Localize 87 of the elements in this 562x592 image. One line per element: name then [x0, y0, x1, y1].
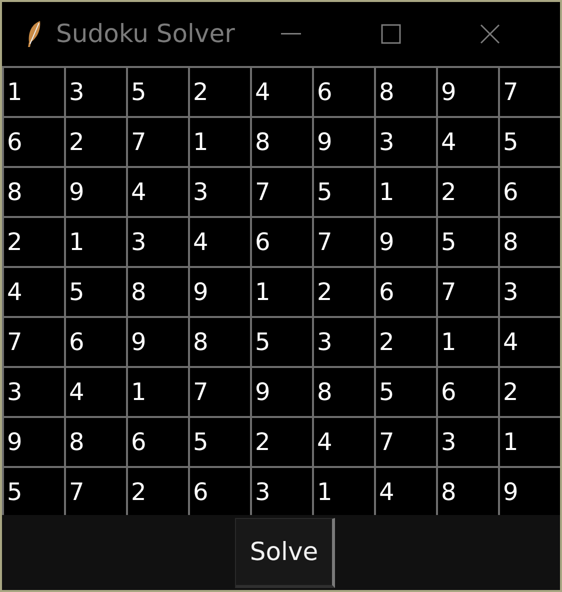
cell-input[interactable]: 2 — [64, 116, 126, 166]
cell-input[interactable]: 4 — [498, 316, 560, 366]
cell-input[interactable]: 9 — [126, 316, 188, 366]
cell-input[interactable]: 5 — [126, 66, 188, 116]
cell-input[interactable]: 8 — [374, 66, 436, 116]
cell-input[interactable]: 5 — [312, 166, 374, 216]
cell-input[interactable]: 3 — [436, 416, 498, 466]
cell-input[interactable]: 3 — [188, 166, 250, 216]
cell-input[interactable]: 6 — [250, 216, 312, 266]
cell-input[interactable]: 5 — [2, 466, 64, 516]
cell-input[interactable]: 7 — [126, 116, 188, 166]
cell-input[interactable]: 8 — [188, 316, 250, 366]
cell-input[interactable]: 4 — [126, 166, 188, 216]
cell-input[interactable]: 9 — [250, 366, 312, 416]
maximize-icon — [380, 24, 401, 44]
cell-input[interactable]: 2 — [126, 466, 188, 516]
cell-input[interactable]: 6 — [436, 366, 498, 416]
cell-input[interactable]: 9 — [64, 166, 126, 216]
cell-input[interactable]: 5 — [250, 316, 312, 366]
cell-input[interactable]: 8 — [436, 466, 498, 516]
cell-input[interactable]: 3 — [250, 466, 312, 516]
cell-input[interactable]: 2 — [250, 416, 312, 466]
cell-input[interactable]: 2 — [188, 66, 250, 116]
cell-input[interactable]: 3 — [2, 366, 64, 416]
cell-input[interactable]: 5 — [64, 266, 126, 316]
cell-input[interactable]: 5 — [436, 216, 498, 266]
cell-input[interactable]: 8 — [126, 266, 188, 316]
cell-input[interactable]: 6 — [64, 316, 126, 366]
cell-input[interactable]: 8 — [2, 166, 64, 216]
cell-input[interactable]: 6 — [498, 166, 560, 216]
cell-input[interactable]: 4 — [188, 216, 250, 266]
cell-input[interactable]: 4 — [2, 266, 64, 316]
cell-input[interactable]: 1 — [64, 216, 126, 266]
cell-input[interactable]: 9 — [374, 216, 436, 266]
cell-input[interactable]: 1 — [188, 116, 250, 166]
cell-input[interactable]: 9 — [436, 66, 498, 116]
cell-input[interactable]: 6 — [188, 466, 250, 516]
cell-input[interactable]: 2 — [312, 266, 374, 316]
feather-icon — [26, 20, 42, 48]
cell-input[interactable]: 8 — [64, 416, 126, 466]
cell-input[interactable]: 3 — [374, 116, 436, 166]
cell-input[interactable]: 4 — [312, 416, 374, 466]
cell-input[interactable]: 2 — [374, 316, 436, 366]
cell-input[interactable]: 5 — [188, 416, 250, 466]
cell-input[interactable]: 8 — [312, 366, 374, 416]
solve-button[interactable]: Solve — [235, 518, 335, 588]
cell-input[interactable]: 7 — [64, 466, 126, 516]
cell-input[interactable]: 7 — [436, 266, 498, 316]
cell-input[interactable]: 4 — [374, 466, 436, 516]
cell-input[interactable]: 1 — [126, 366, 188, 416]
cell-input[interactable]: 7 — [374, 416, 436, 466]
cell-input[interactable]: 9 — [498, 466, 560, 516]
cell-input[interactable]: 7 — [188, 366, 250, 416]
cell-input[interactable]: 4 — [436, 116, 498, 166]
cell-input[interactable]: 9 — [2, 416, 64, 466]
cell-input[interactable]: 4 — [250, 66, 312, 116]
cell-input[interactable]: 6 — [2, 116, 64, 166]
cell-input[interactable]: 1 — [436, 316, 498, 366]
cell-input[interactable]: 3 — [498, 266, 560, 316]
cell-input[interactable]: 1 — [498, 416, 560, 466]
cell-input[interactable]: 4 — [64, 366, 126, 416]
cell-input[interactable]: 2 — [2, 216, 64, 266]
cell-input[interactable]: 8 — [498, 216, 560, 266]
cell-input[interactable]: 1 — [374, 166, 436, 216]
cell-input[interactable]: 1 — [2, 66, 64, 116]
cell-input[interactable]: 6 — [374, 266, 436, 316]
close-icon — [480, 24, 500, 44]
cell-input[interactable]: 7 — [250, 166, 312, 216]
cell-input[interactable]: 7 — [2, 316, 64, 366]
cell-input[interactable]: 8 — [250, 116, 312, 166]
cell-input[interactable]: 6 — [126, 416, 188, 466]
cell-input[interactable]: 9 — [188, 266, 250, 316]
cell-input[interactable]: 3 — [64, 66, 126, 116]
cell-input[interactable]: 1 — [250, 266, 312, 316]
cell-input[interactable]: 9 — [312, 116, 374, 166]
cell-input[interactable]: 3 — [126, 216, 188, 266]
cell-input[interactable]: 1 — [312, 466, 374, 516]
cell-input[interactable]: 7 — [312, 216, 374, 266]
cell-input[interactable]: 7 — [498, 66, 560, 116]
cell-input[interactable]: 2 — [436, 166, 498, 216]
cell-input[interactable]: 5 — [498, 116, 560, 166]
minimize-icon — [280, 33, 301, 35]
cell-input[interactable]: 6 — [312, 66, 374, 116]
window-title: Sudoku Solver — [56, 18, 235, 50]
cell-input[interactable]: 2 — [498, 366, 560, 416]
cell-input[interactable]: 3 — [312, 316, 374, 366]
cell-input[interactable]: 5 — [374, 366, 436, 416]
